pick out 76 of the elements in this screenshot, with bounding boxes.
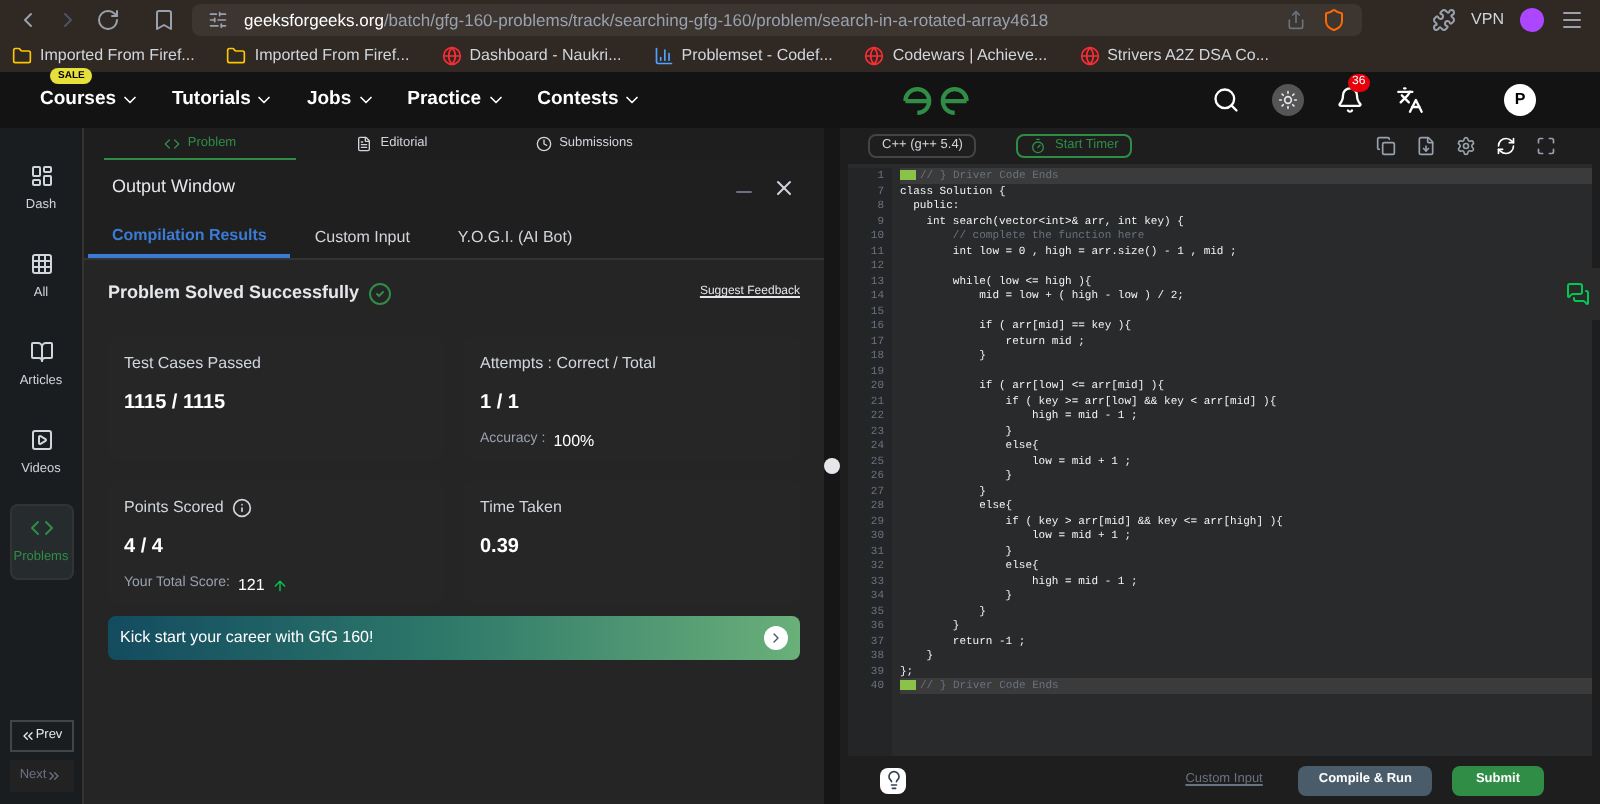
clock-icon xyxy=(535,136,552,152)
card-value: 1 / 1 xyxy=(480,389,521,417)
doc-icon xyxy=(356,136,373,152)
vpn-button[interactable]: VPN xyxy=(1471,8,1504,32)
fullscreen-icon[interactable] xyxy=(1536,136,1556,156)
info-icon[interactable] xyxy=(231,497,252,517)
site-icon xyxy=(864,46,885,66)
promo-banner[interactable]: Kick start your career with GfG 160! xyxy=(108,615,800,659)
card-value: 1115 / 1115 xyxy=(124,389,228,417)
site-icon xyxy=(441,46,462,66)
check-icon xyxy=(367,281,392,306)
user-avatar[interactable]: P xyxy=(1504,84,1536,116)
site-settings-icon[interactable] xyxy=(208,10,228,30)
reset-icon[interactable] xyxy=(1496,136,1516,156)
sun-icon xyxy=(1278,90,1298,110)
close-icon[interactable] xyxy=(772,176,796,200)
settings-icon[interactable] xyxy=(1456,136,1476,156)
bookmark-item[interactable]: Dashboard - Naukri... xyxy=(441,44,622,68)
menu-icon[interactable] xyxy=(1560,8,1584,32)
book-icon xyxy=(29,340,53,365)
extension-icon[interactable] xyxy=(1431,8,1456,32)
card-value: 4 / 4 xyxy=(124,533,165,561)
bookmark-item[interactable]: Codewars | Achieve... xyxy=(864,44,1048,68)
card-label: Attempts : Correct / Total xyxy=(480,351,656,375)
window-title: Output Window xyxy=(112,174,236,201)
card-value: 0.39 xyxy=(480,533,521,561)
hint-button[interactable] xyxy=(880,767,906,793)
status-text: Problem Solved Successfully xyxy=(108,280,360,306)
grid-icon xyxy=(29,252,53,277)
translate-icon[interactable] xyxy=(1396,86,1424,114)
arrow-button[interactable] xyxy=(764,625,788,649)
bookmark-item[interactable]: Problemset - Codef... xyxy=(653,44,833,68)
output-tab[interactable]: Y.O.G.I. (AI Bot) xyxy=(433,216,597,258)
shield-icon[interactable] xyxy=(1322,8,1346,32)
bookmark-item[interactable]: Imported From Firef... xyxy=(226,44,410,68)
folder-icon xyxy=(12,46,32,66)
folder-icon xyxy=(226,46,247,66)
chart-icon xyxy=(653,46,674,66)
card-label: Time Taken xyxy=(480,495,562,519)
fold-marker[interactable] xyxy=(900,680,916,691)
timer-icon xyxy=(1030,138,1047,154)
lightbulb-icon xyxy=(883,770,903,790)
dash-icon xyxy=(29,164,53,189)
double-chevron-left-icon xyxy=(19,728,36,744)
search-icon[interactable] xyxy=(1212,86,1240,114)
chat-icon xyxy=(1566,282,1590,306)
card-note-value: 100% xyxy=(553,429,595,453)
card-label: Points Scored xyxy=(124,495,224,519)
nav-menu[interactable]: Practice xyxy=(407,85,506,115)
profile-avatar[interactable] xyxy=(1520,8,1544,32)
bookmark-item[interactable]: Imported From Firef... xyxy=(12,44,195,68)
nav-menu[interactable]: Tutorials xyxy=(172,85,275,115)
address-bar[interactable]: geeksforgeeks.org/batch/gfg-160-problems/track/searching-gfg-160/problem/search-in-a-rotated-array4618 xyxy=(192,4,1362,36)
video-icon xyxy=(29,428,53,453)
resize-handle[interactable] xyxy=(824,458,840,474)
card-label: Test Cases Passed xyxy=(124,351,261,375)
chevron-right-icon xyxy=(768,629,784,645)
code-icon xyxy=(29,516,53,541)
bookmark-item[interactable]: Strivers A2Z DSA Co... xyxy=(1079,44,1269,68)
logo-icon[interactable] xyxy=(902,83,971,117)
code-icon xyxy=(163,135,180,151)
file-icon[interactable] xyxy=(1416,136,1436,156)
nav-menu[interactable]: Contests xyxy=(537,85,643,115)
site-icon xyxy=(1079,46,1100,66)
bookmark-icon[interactable] xyxy=(152,8,176,32)
bell-icon[interactable] xyxy=(1336,86,1364,114)
nav-menu[interactable]: Jobs xyxy=(306,85,376,115)
double-chevron-right-icon xyxy=(46,768,63,784)
reload-icon[interactable] xyxy=(96,8,120,32)
share-icon[interactable] xyxy=(1286,10,1306,30)
fold-marker[interactable] xyxy=(900,170,916,181)
output-tab[interactable]: Custom Input xyxy=(290,216,434,258)
theme-toggle[interactable] xyxy=(1272,84,1304,116)
output-tab[interactable]: Compilation Results xyxy=(88,216,291,258)
copy-icon[interactable] xyxy=(1376,136,1396,156)
card-note-value: 121 xyxy=(237,573,265,597)
